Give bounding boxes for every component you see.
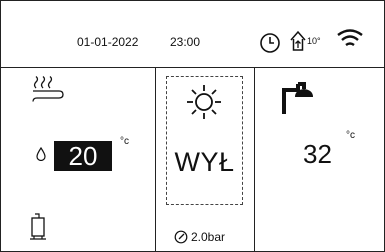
house-outdoor-temp-icon [289, 30, 307, 57]
column-divider-right [254, 67, 255, 252]
underfloor-heating-icon[interactable] [31, 76, 65, 109]
sun-icon[interactable] [185, 83, 223, 126]
time-display: 23:00 [170, 35, 201, 49]
pressure-gauge-icon [174, 230, 188, 249]
date-display: 01-01-2022 [77, 35, 139, 49]
dhw-temperature[interactable]: 32 [303, 139, 332, 170]
header-divider [0, 67, 385, 68]
water-drop-icon [36, 146, 46, 166]
outdoor-temperature: 10° [307, 36, 321, 46]
heating-setpoint-value[interactable]: 20 [54, 141, 112, 171]
shower-icon[interactable] [280, 80, 324, 121]
heating-setpoint-unit: °c [120, 136, 129, 147]
system-pressure: 2.0bar [191, 230, 226, 244]
wifi-icon[interactable] [336, 27, 364, 56]
clock-icon[interactable] [259, 32, 281, 59]
mode-state-label: WYŁ [174, 147, 235, 177]
boiler-tank-icon[interactable] [30, 213, 46, 246]
dhw-temperature-unit: °c [346, 130, 355, 141]
